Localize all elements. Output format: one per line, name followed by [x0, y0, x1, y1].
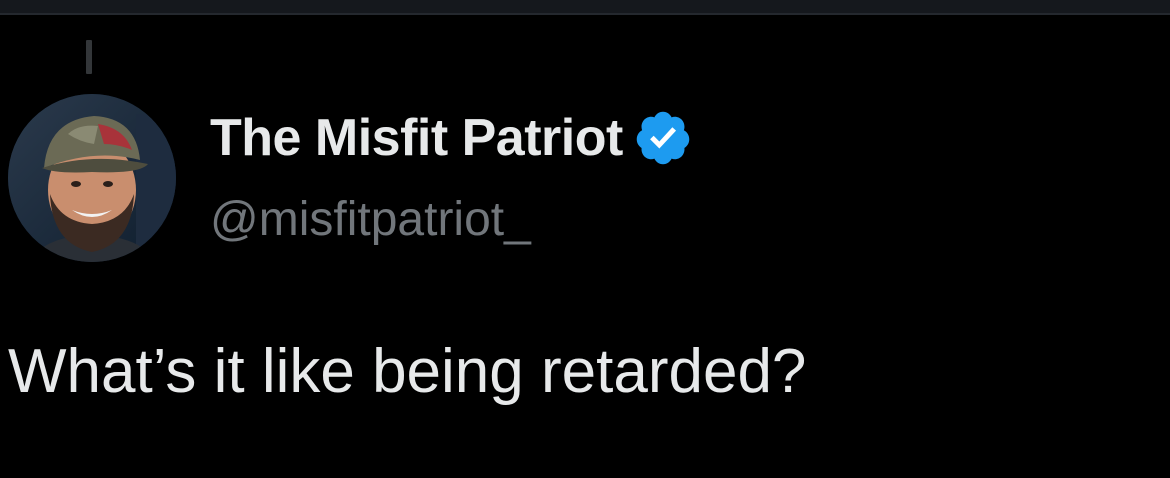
top-bar: [0, 0, 1170, 15]
author-handle[interactable]: @misfitpatriot_: [210, 192, 531, 247]
tweet-view: The Misfit Patriot @misfitpatriot_ What’…: [0, 0, 1170, 478]
thread-connector-line: [86, 40, 92, 74]
author-name-row[interactable]: The Misfit Patriot: [210, 106, 693, 170]
verified-badge-icon[interactable]: [633, 108, 693, 168]
tweet-text: What’s it like being retarded?: [8, 337, 807, 406]
author-display-name[interactable]: The Misfit Patriot: [210, 108, 623, 168]
avatar-image: [8, 94, 176, 262]
avatar[interactable]: [8, 94, 176, 262]
